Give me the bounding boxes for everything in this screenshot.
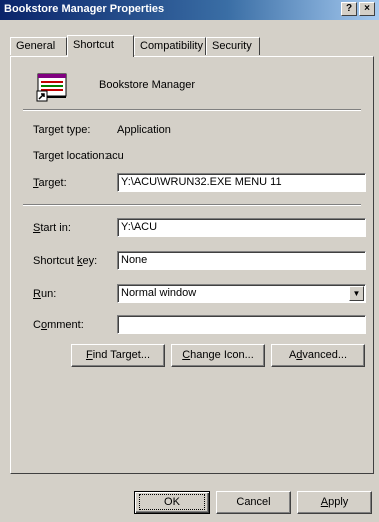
divider xyxy=(23,109,361,111)
start-in-field[interactable]: Y:\ACU xyxy=(117,218,366,237)
target-label: Target: xyxy=(33,177,67,189)
target-location-value: acu xyxy=(106,150,124,162)
shortcut-app-icon xyxy=(36,73,67,102)
close-button[interactable]: × xyxy=(359,2,375,16)
chevron-down-icon[interactable]: ▼ xyxy=(349,286,364,301)
target-type-value: Application xyxy=(117,124,171,136)
properties-dialog: Bookstore Manager Properties ? × General… xyxy=(0,0,379,522)
comment-field[interactable] xyxy=(117,315,366,334)
advanced-button[interactable]: Advanced... xyxy=(271,344,365,367)
comment-label: Comment: xyxy=(33,319,84,331)
target-type-label: Target type: xyxy=(33,124,91,136)
ok-button[interactable]: OK xyxy=(134,491,210,514)
run-selected-value: Normal window xyxy=(121,287,197,299)
tab-compatibility[interactable]: Compatibility xyxy=(134,37,206,55)
target-field[interactable]: Y:\ACU\WRUN32.EXE MENU 11 xyxy=(117,173,366,192)
apply-button[interactable]: Apply xyxy=(297,491,372,514)
find-target-button[interactable]: Find Target... xyxy=(71,344,165,367)
cancel-button[interactable]: Cancel xyxy=(216,491,291,514)
title-bar[interactable]: Bookstore Manager Properties ? × xyxy=(0,0,379,20)
window-title: Bookstore Manager Properties xyxy=(4,3,165,15)
change-icon-button[interactable]: Change Icon... xyxy=(171,344,265,367)
start-in-label: Start in: xyxy=(33,222,71,234)
tab-security[interactable]: Security xyxy=(206,37,260,55)
divider xyxy=(23,204,361,206)
tab-general[interactable]: General xyxy=(10,37,67,55)
shortcut-panel: Bookstore Manager Target type: Applicati… xyxy=(10,56,374,474)
shortcut-key-label: Shortcut key: xyxy=(33,255,98,267)
help-button[interactable]: ? xyxy=(341,2,357,16)
target-location-label: Target location: xyxy=(33,150,108,162)
run-select[interactable]: Normal window ▼ xyxy=(117,284,366,303)
tab-shortcut[interactable]: Shortcut xyxy=(67,35,134,57)
shortcut-key-field[interactable]: None xyxy=(117,251,366,270)
run-label: Run: xyxy=(33,288,57,300)
app-name: Bookstore Manager xyxy=(99,79,195,91)
